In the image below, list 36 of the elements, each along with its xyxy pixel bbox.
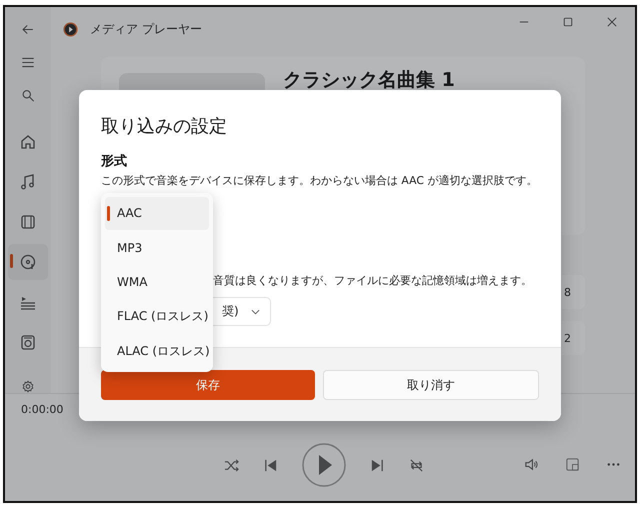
settings-icon[interactable] bbox=[20, 380, 36, 393]
next-icon[interactable] bbox=[370, 458, 385, 472]
format-option[interactable]: ALAC (ロスレス) bbox=[105, 335, 209, 368]
music-note-icon bbox=[20, 174, 36, 190]
format-option[interactable]: WMA bbox=[105, 266, 209, 298]
maximize-icon[interactable] bbox=[563, 17, 573, 27]
quality-description: 音質は良くなりますが、ファイルに必要な記憶領域は増えます。 bbox=[213, 274, 532, 288]
search-icon[interactable] bbox=[20, 89, 36, 102]
playlist-icon bbox=[20, 294, 36, 310]
repeat-off-icon[interactable] bbox=[409, 458, 424, 472]
chevron-down-icon bbox=[250, 308, 260, 314]
menu-icon[interactable] bbox=[20, 56, 36, 69]
close-icon[interactable] bbox=[607, 17, 617, 27]
format-option[interactable]: AAC bbox=[105, 197, 209, 230]
film-icon bbox=[20, 214, 36, 230]
disc-icon bbox=[20, 254, 36, 270]
elapsed-time: 0:00:00 bbox=[21, 403, 64, 416]
cancel-button[interactable]: 取り消す bbox=[323, 370, 539, 400]
shuffle-icon[interactable] bbox=[224, 458, 239, 472]
home-icon bbox=[20, 134, 36, 150]
window-title: メディア プレーヤー bbox=[90, 20, 202, 38]
format-description: この形式で音楽をデバイスに保存します。わからない場合は AAC が適切な選択肢です。 bbox=[101, 174, 538, 188]
app-logo-icon bbox=[63, 22, 78, 36]
album-title: クラシック名曲集 1 bbox=[283, 69, 455, 91]
format-option[interactable]: FLAC (ロスレス) bbox=[105, 300, 209, 333]
back-icon[interactable] bbox=[20, 23, 36, 36]
mini-player-icon[interactable] bbox=[565, 457, 580, 472]
format-option[interactable]: MP3 bbox=[105, 232, 209, 264]
save-button[interactable]: 保存 bbox=[101, 370, 315, 400]
volume-icon[interactable] bbox=[524, 457, 539, 472]
dialog-title: 取り込みの設定 bbox=[101, 115, 227, 138]
speaker-icon bbox=[20, 334, 36, 350]
sidebar-item[interactable] bbox=[8, 244, 48, 280]
play-button[interactable] bbox=[302, 443, 346, 487]
format-heading: 形式 bbox=[101, 153, 127, 170]
previous-icon[interactable] bbox=[263, 458, 278, 472]
